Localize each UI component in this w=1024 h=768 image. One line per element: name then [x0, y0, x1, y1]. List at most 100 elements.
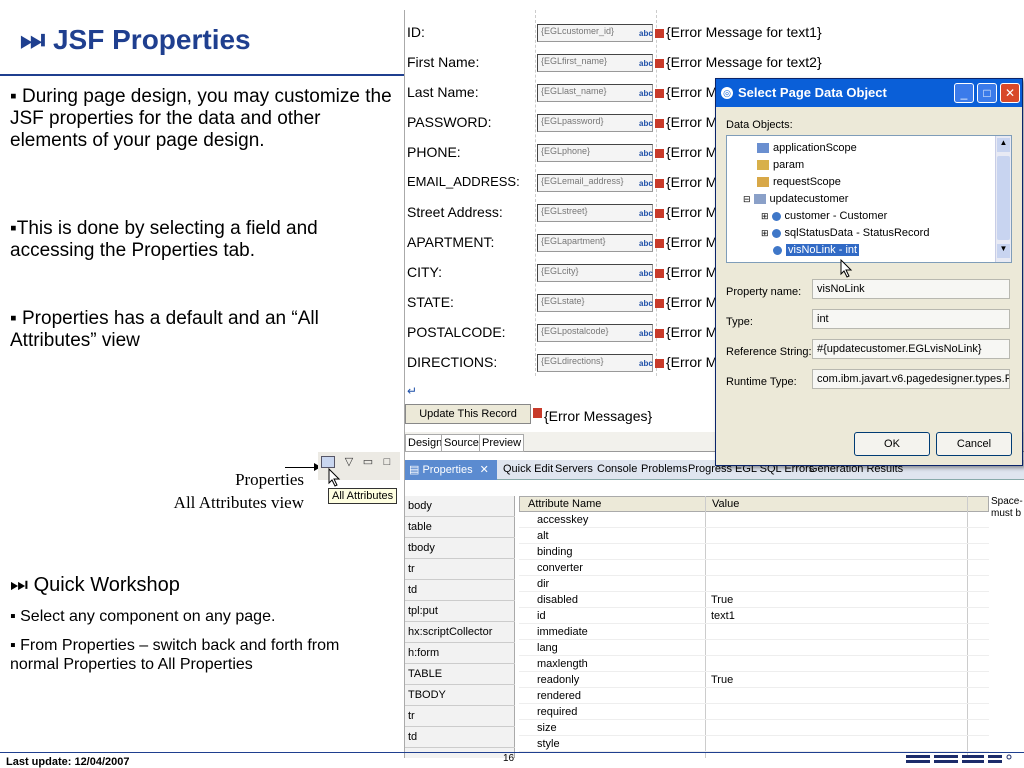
list-item[interactable]: tbody [405, 538, 515, 559]
list-item[interactable]: table [405, 517, 515, 538]
tab-servers[interactable]: Servers [555, 463, 593, 475]
tree-item[interactable]: requestScope [757, 176, 841, 188]
column-header-value[interactable]: Value [712, 498, 739, 510]
table-row[interactable]: immediate [519, 624, 989, 640]
table-row[interactable]: dir [519, 576, 989, 592]
attribute-name: readonly [537, 674, 580, 686]
tree-item[interactable]: param [757, 159, 804, 171]
minimize-view-icon[interactable]: ▭ [361, 456, 375, 468]
list-item[interactable]: TABLE [405, 664, 515, 685]
field-input[interactable]: {EGLapartment} [537, 234, 653, 252]
tab-design[interactable]: Design [405, 434, 446, 452]
field-input[interactable]: {EGLlast_name} [537, 84, 653, 102]
field-input[interactable]: {EGLstreet} [537, 204, 653, 222]
list-item[interactable]: h:form [405, 643, 515, 664]
table-row[interactable]: required [519, 704, 989, 720]
tab-quick-edit[interactable]: Quick Edit [503, 463, 553, 475]
param-icon [757, 160, 769, 171]
field-error-message: {Error M [666, 114, 718, 130]
help-line: Space- [991, 496, 1023, 507]
cancel-button[interactable]: Cancel [936, 432, 1012, 456]
maximize-view-icon[interactable]: □ [380, 456, 394, 468]
tree-item[interactable]: ⊞ sqlStatusData - StatusRecord [761, 227, 929, 239]
close-button[interactable]: ✕ [1000, 83, 1020, 103]
table-row[interactable]: size [519, 720, 989, 736]
update-record-button[interactable]: Update This Record [405, 404, 531, 424]
type-field[interactable]: int [812, 309, 1010, 329]
field-input[interactable]: {EGLpostalcode} [537, 324, 653, 342]
abc-icon: abc [639, 329, 653, 338]
runtime-type-label: Runtime Type: [726, 376, 797, 388]
tab-properties-label: Properties [422, 464, 473, 476]
field-input[interactable]: {EGLfirst_name} [537, 54, 653, 72]
scrollbar-thumb[interactable] [997, 156, 1010, 240]
table-row[interactable]: converter [519, 560, 989, 576]
attribute-name: required [537, 706, 578, 718]
table-row[interactable]: maxlength [519, 656, 989, 672]
table-row[interactable]: rendered [519, 688, 989, 704]
property-name-field[interactable]: visNoLink [812, 279, 1010, 299]
field-label: CITY: [407, 264, 443, 280]
field-input[interactable]: {EGLcity} [537, 264, 653, 282]
slide-title: ⏭ JSF Properties [20, 24, 251, 57]
title-divider [0, 74, 404, 76]
list-item[interactable]: tpl:put [405, 601, 515, 622]
table-row[interactable]: lang [519, 640, 989, 656]
field-label: EMAIL_ADDRESS: [407, 174, 520, 189]
table-row[interactable]: id text1 [519, 608, 989, 624]
tree-item[interactable]: ⊞ customer - Customer [761, 210, 887, 222]
list-item[interactable]: tr [405, 559, 515, 580]
close-icon[interactable]: ✕ [480, 464, 489, 476]
view-menu-icon[interactable]: ▽ [342, 456, 356, 468]
field-input[interactable]: {EGLpassword} [537, 114, 653, 132]
workshop-item-1: ▪ Select any component on any page. [10, 608, 276, 625]
tree-item[interactable]: ⊟ updatecustomer [743, 193, 848, 205]
tab-source[interactable]: Source [441, 434, 482, 452]
tab-problems[interactable]: Problems [641, 463, 687, 475]
table-row[interactable]: binding [519, 544, 989, 560]
expand-icon[interactable]: ⊞ [761, 228, 769, 238]
tab-console[interactable]: Console [597, 463, 637, 475]
properties-icon: ▤ [409, 464, 423, 476]
field-label: POSTALCODE: [407, 324, 506, 340]
list-item[interactable]: TBODY [405, 685, 515, 706]
table-row[interactable]: disabled True [519, 592, 989, 608]
tab-properties[interactable]: ▤ Properties ✕ [405, 460, 497, 480]
table-row[interactable]: accesskey [519, 512, 989, 528]
list-item[interactable]: td [405, 727, 515, 748]
list-item[interactable]: tr [405, 706, 515, 727]
field-input[interactable]: {EGLcustomer_id} [537, 24, 653, 42]
field-input[interactable]: {EGLdirections} [537, 354, 653, 372]
runtime-type-field[interactable]: com.ibm.javart.v6.pagedesigner.types.PD [812, 369, 1010, 389]
scroll-up-icon[interactable]: ▲ [997, 138, 1010, 152]
attribute-name: alt [537, 530, 549, 542]
table-row[interactable]: alt [519, 528, 989, 544]
maximize-button[interactable]: □ [977, 83, 997, 103]
scroll-down-icon[interactable]: ▼ [997, 244, 1010, 258]
table-row[interactable]: readonly True [519, 672, 989, 688]
bullet-1: ▪ During page design, you may customize … [10, 86, 392, 151]
tree-item-label: requestScope [773, 176, 841, 188]
tree-item[interactable]: applicationScope [757, 142, 857, 154]
tree-scrollbar[interactable]: ▲ ▼ [995, 136, 1011, 262]
expand-icon[interactable]: ⊞ [761, 211, 769, 221]
list-item[interactable]: body [405, 496, 515, 517]
all-attributes-toggle-icon[interactable] [321, 456, 335, 468]
company-logo-icon [906, 754, 1012, 763]
ok-button[interactable]: OK [854, 432, 930, 456]
list-item[interactable]: hx:scriptCollector [405, 622, 515, 643]
field-input[interactable]: {EGLphone} [537, 144, 653, 162]
field-input[interactable]: {EGLemail_address} [537, 174, 653, 192]
error-icon [655, 89, 664, 98]
slide-title-text: JSF Properties [52, 24, 251, 55]
list-item[interactable]: td [405, 580, 515, 601]
reference-string-field[interactable]: #{updatecustomer.EGLvisNoLink} [812, 339, 1010, 359]
tree-item-selected[interactable]: visNoLink - int [773, 244, 860, 256]
column-header-name[interactable]: Attribute Name [528, 498, 601, 510]
collapse-icon[interactable]: ⊟ [743, 194, 751, 204]
tab-preview[interactable]: Preview [479, 434, 525, 452]
minimize-button[interactable]: _ [954, 83, 974, 103]
table-row[interactable]: style [519, 736, 989, 752]
field-input[interactable]: {EGLstate} [537, 294, 653, 312]
error-icon [655, 239, 664, 248]
